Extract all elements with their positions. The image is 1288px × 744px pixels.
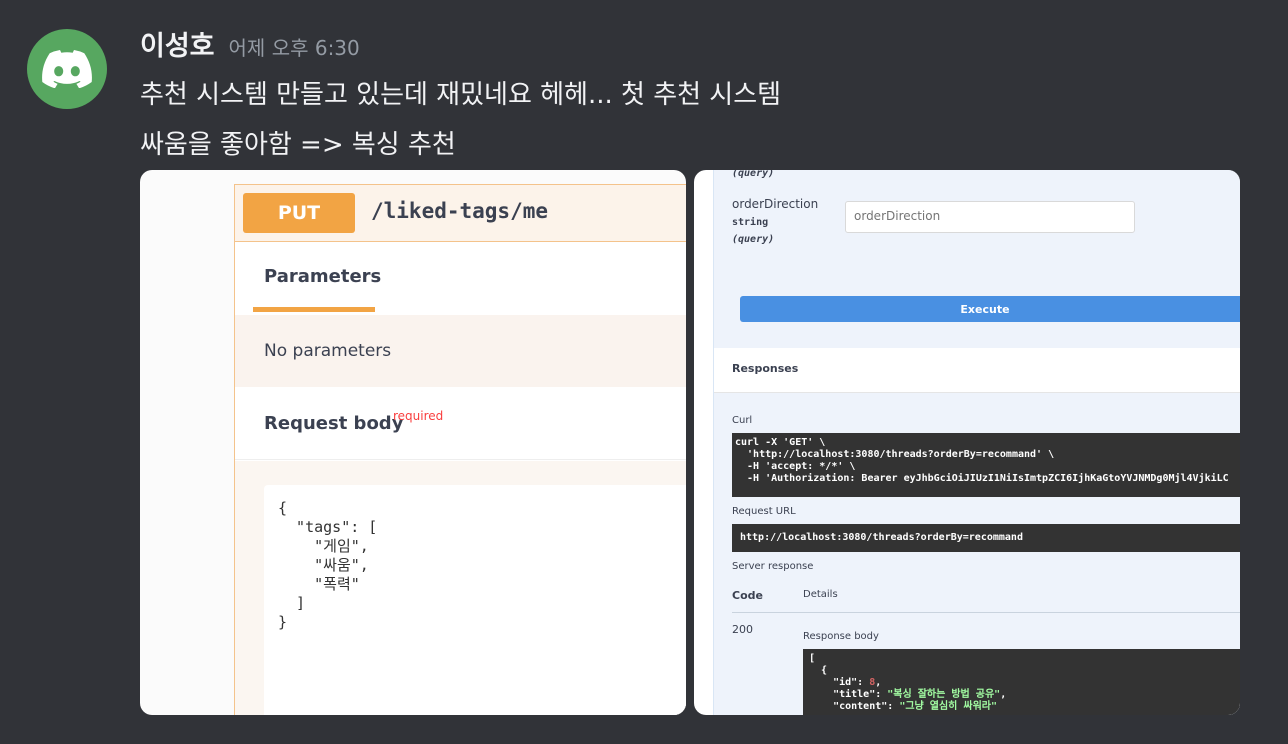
resp-id-key: "id":	[809, 677, 870, 688]
resp-content-key: "content":	[809, 701, 900, 712]
response-body-label: Response body	[803, 631, 879, 642]
message-header: 이성호 어제 오후 6:30	[140, 24, 360, 63]
resp-line-open: [	[809, 653, 816, 664]
discord-logo-icon	[42, 50, 92, 88]
tab-underline	[253, 307, 375, 312]
method-badge: PUT	[243, 193, 355, 233]
server-response-label: Server response	[732, 561, 814, 572]
no-parameters-row: No parameters	[235, 315, 686, 387]
curl-code: curl -X 'GET' \ 'http://localhost:3080/t…	[732, 433, 1240, 497]
request-body-header: Request body required	[235, 387, 686, 460]
no-parameters-text: No parameters	[264, 341, 392, 361]
tab-parameters: Parameters	[264, 266, 382, 287]
details-header: Details	[803, 589, 838, 600]
resp-title-val: "복싱 잘하는 방법 공유"	[887, 689, 1001, 700]
param-type: string	[732, 217, 769, 228]
attachment-image-left[interactable]: PUT /liked-tags/me Parameters No paramet…	[140, 170, 686, 715]
status-code: 200	[732, 623, 753, 636]
curl-label: Curl	[732, 415, 753, 426]
avatar[interactable]	[27, 29, 107, 109]
resp-line-obj: {	[809, 665, 828, 676]
timestamp: 어제 오후 6:30	[228, 36, 360, 60]
param-name: orderDirection	[732, 197, 819, 211]
order-direction-field[interactable]	[845, 201, 1135, 233]
response-body-code: [ { "id": 8, "title": "복싱 잘하는 방법 공유", "c…	[803, 649, 1240, 715]
message-text-line-1: 추천 시스템 만들고 있는데 재밌네요 헤헤... 첫 추천 시스템	[140, 80, 782, 110]
panel-border	[713, 170, 714, 715]
request-body-label: Request body	[264, 413, 404, 434]
endpoint-path: /liked-tags/me	[371, 199, 549, 223]
code-header: Code	[732, 589, 763, 602]
attachment-image-right[interactable]: (query) orderDirection string (query) Ex…	[694, 170, 1240, 715]
request-body-area: { "tags": [ "게임", "싸움", "폭력" ] }	[235, 461, 686, 715]
table-divider	[732, 612, 1240, 613]
responses-label: Responses	[732, 362, 799, 375]
request-url: http://localhost:3080/threads?orderBy=re…	[732, 524, 1240, 552]
order-direction-input[interactable]	[846, 202, 1132, 230]
endpoint-header: PUT /liked-tags/me	[235, 185, 686, 242]
resp-content-val: "그냥 열심히 싸워라"	[899, 701, 997, 712]
request-url-label: Request URL	[732, 506, 796, 517]
author-name[interactable]: 이성호	[140, 24, 215, 63]
responses-section: Curl curl -X 'GET' \ 'http://localhost:3…	[714, 393, 1240, 715]
request-body-code: { "tags": [ "게임", "싸움", "폭력" ] }	[264, 485, 686, 715]
resp-title-key: "title":	[809, 689, 888, 700]
endpoint-panel: PUT /liked-tags/me Parameters No paramet…	[234, 184, 686, 715]
request-body-json: { "tags": [ "게임", "싸움", "폭력" ] }	[278, 499, 378, 631]
param-in: (query)	[732, 234, 775, 245]
tab-bar: Parameters	[235, 242, 686, 314]
execute-button[interactable]: Execute	[740, 296, 1240, 322]
required-label: required	[393, 409, 444, 423]
param-in-top: (query)	[732, 170, 775, 179]
responses-header: Responses	[714, 348, 1240, 393]
resp-id-val: 8	[869, 677, 876, 688]
message-text-line-2: 싸움을 좋아함 => 복싱 추천	[140, 130, 456, 160]
